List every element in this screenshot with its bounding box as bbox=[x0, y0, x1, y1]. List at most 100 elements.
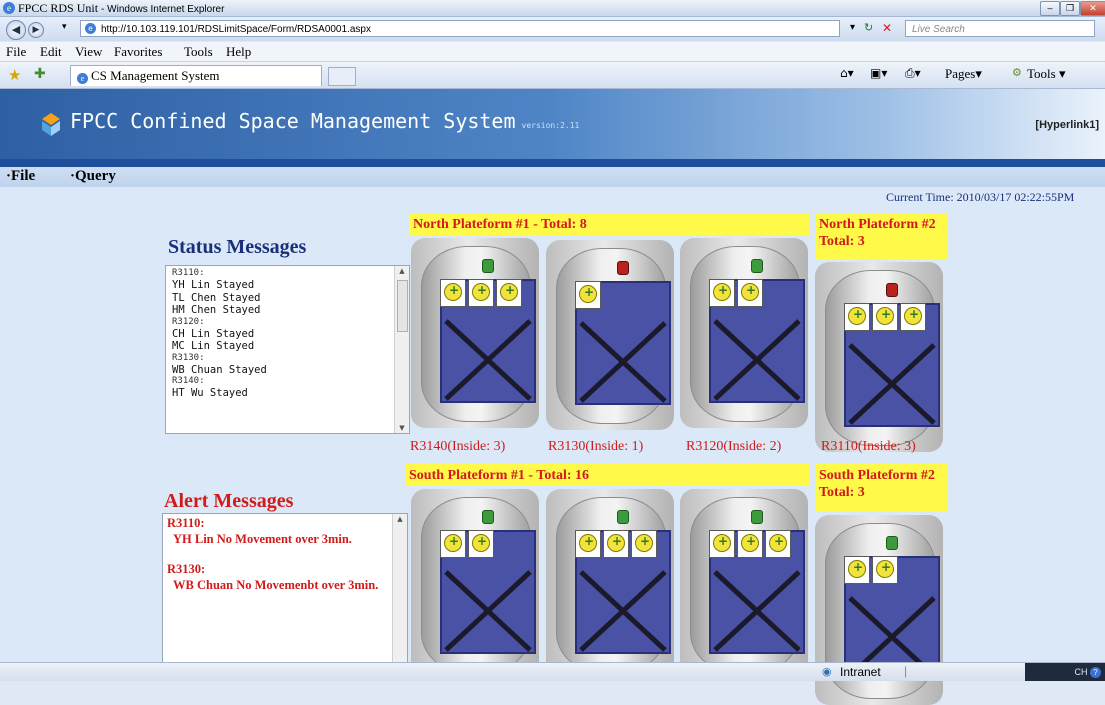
worker-icons bbox=[440, 279, 522, 307]
window-title-suffix: - Windows Internet Explorer bbox=[101, 4, 225, 15]
alert-scrollbar[interactable]: ▲ bbox=[392, 514, 407, 663]
worker-helmet-icon[interactable] bbox=[440, 279, 466, 307]
tab-cs-management[interactable]: e CS Management System bbox=[70, 65, 322, 86]
tools-gear-icon: ⚙ bbox=[1012, 66, 1022, 79]
unit-label: R3140(Inside: 3) bbox=[410, 439, 506, 454]
worker-helmet-icon[interactable] bbox=[468, 279, 494, 307]
menu-favorites[interactable]: Favorites bbox=[114, 44, 162, 60]
maximize-button[interactable]: ❐ bbox=[1060, 1, 1080, 16]
back-icon[interactable]: ◀ bbox=[6, 20, 26, 40]
worker-icons bbox=[575, 281, 601, 309]
menu-tools[interactable]: Tools bbox=[184, 44, 213, 60]
worker-helmet-icon[interactable] bbox=[631, 530, 657, 558]
dropdown-icon[interactable]: ▾ bbox=[850, 22, 855, 33]
address-bar: ◀ ▶ ▾ e http://10.103.119.101/RDSLimitSp… bbox=[0, 17, 1105, 41]
worker-helmet-icon[interactable] bbox=[844, 556, 870, 584]
alert-scroll-up-icon[interactable]: ▲ bbox=[393, 515, 407, 523]
alert-message-box[interactable]: R3110: YH Lin No Movement over 3min. R3130… bbox=[162, 513, 408, 664]
worker-helmet-icon[interactable] bbox=[440, 530, 466, 558]
helmet-icon bbox=[444, 283, 462, 301]
menu-edit[interactable]: Edit bbox=[40, 44, 62, 60]
status-lamp-icon bbox=[751, 259, 763, 273]
worker-icons bbox=[844, 556, 898, 584]
input-language[interactable]: CH bbox=[1074, 667, 1087, 677]
worker-helmet-icon[interactable] bbox=[737, 530, 763, 558]
intranet-globe-icon: ◉ bbox=[822, 665, 832, 678]
fpcc-logo bbox=[42, 113, 60, 136]
recent-pages-icon[interactable]: ▾ bbox=[62, 22, 67, 32]
helmet-icon bbox=[741, 534, 759, 552]
south-unit-2[interactable] bbox=[680, 489, 808, 679]
helmet-icon bbox=[713, 534, 731, 552]
worker-helmet-icon[interactable] bbox=[709, 530, 735, 558]
hyperlink1[interactable]: [Hyperlink1] bbox=[1035, 119, 1099, 131]
scroll-down-icon[interactable]: ▼ bbox=[395, 424, 409, 432]
print-icon[interactable]: ⎙▾ bbox=[905, 66, 921, 81]
add-favorite-icon[interactable]: ✚ bbox=[34, 66, 46, 82]
status-lamp-icon bbox=[886, 536, 898, 550]
status-scrollbar[interactable]: ▲ ▼ bbox=[394, 266, 409, 433]
status-line: YH Lin Stayed bbox=[172, 279, 255, 291]
tank-body bbox=[556, 497, 671, 673]
close-window-button[interactable]: ✕ bbox=[1080, 1, 1105, 16]
help-icon[interactable]: ? bbox=[1090, 667, 1101, 678]
scroll-up-icon[interactable]: ▲ bbox=[395, 267, 409, 275]
minimize-button[interactable]: – bbox=[1040, 1, 1060, 16]
nav-file[interactable]: ·File bbox=[6, 168, 35, 185]
worker-helmet-icon[interactable] bbox=[737, 279, 763, 307]
worker-icons bbox=[440, 530, 494, 558]
worker-helmet-icon[interactable] bbox=[872, 556, 898, 584]
status-lamp-icon bbox=[482, 510, 494, 524]
nav-query[interactable]: ·Query bbox=[70, 168, 116, 185]
worker-helmet-icon[interactable] bbox=[496, 279, 522, 307]
nav-bar: ·File ·Query bbox=[0, 167, 1105, 187]
worker-helmet-icon[interactable] bbox=[468, 530, 494, 558]
favorites-star-icon[interactable]: ★ bbox=[8, 66, 21, 84]
pages-menu[interactable]: Pages▾ bbox=[945, 66, 982, 82]
scroll-thumb[interactable] bbox=[397, 280, 408, 332]
alert-unit-id: R3110: bbox=[167, 516, 205, 530]
worker-helmet-icon[interactable] bbox=[603, 530, 629, 558]
south-unit-1[interactable] bbox=[546, 489, 674, 679]
refresh-icon[interactable]: ↻ bbox=[864, 21, 873, 34]
menu-file[interactable]: File bbox=[6, 44, 26, 60]
security-zone[interactable]: Intranet bbox=[840, 665, 881, 679]
stop-icon[interactable]: ✕ bbox=[882, 21, 892, 35]
north-platform-2-header: North Plateform #2 Total: 3 bbox=[815, 213, 948, 260]
status-unit-id: R3140: bbox=[172, 376, 205, 386]
ie-icon: e bbox=[3, 2, 15, 14]
menu-view[interactable]: View bbox=[75, 44, 102, 60]
tank-body bbox=[690, 246, 805, 422]
forward-icon[interactable]: ▶ bbox=[28, 22, 44, 38]
browser-status-bar: ◉ Intranet | CH ? bbox=[0, 662, 1105, 681]
tools-menu[interactable]: Tools ▾ bbox=[1027, 66, 1066, 82]
search-input[interactable]: Live Search bbox=[905, 20, 1095, 37]
worker-helmet-icon[interactable] bbox=[575, 281, 601, 309]
worker-helmet-icon[interactable] bbox=[900, 303, 926, 331]
status-message-box[interactable]: R3110: YH Lin Stayed TL Chen Stayed HM Chen… bbox=[165, 265, 410, 434]
north-unit-0[interactable] bbox=[411, 238, 539, 428]
north-unit-3[interactable] bbox=[815, 262, 943, 452]
new-tab-button[interactable] bbox=[328, 67, 356, 86]
north-unit-2[interactable] bbox=[680, 238, 808, 428]
helmet-icon bbox=[848, 560, 866, 578]
status-unit-id: R3110: bbox=[172, 268, 205, 278]
worker-icons bbox=[575, 530, 657, 558]
home-icon[interactable]: ⌂▾ bbox=[840, 66, 854, 80]
feeds-icon[interactable]: ▣▾ bbox=[870, 66, 887, 80]
helmet-icon bbox=[876, 560, 894, 578]
worker-helmet-icon[interactable] bbox=[872, 303, 898, 331]
worker-helmet-icon[interactable] bbox=[709, 279, 735, 307]
status-heading: Status Messages bbox=[168, 236, 307, 258]
south-unit-0[interactable] bbox=[411, 489, 539, 679]
worker-helmet-icon[interactable] bbox=[844, 303, 870, 331]
north-unit-1[interactable] bbox=[546, 240, 674, 430]
alert-spacer bbox=[167, 547, 378, 562]
menu-help[interactable]: Help bbox=[226, 44, 251, 60]
worker-helmet-icon[interactable] bbox=[765, 530, 791, 558]
url-field[interactable]: e http://10.103.119.101/RDSLimitSpace/Fo… bbox=[80, 20, 840, 37]
worker-helmet-icon[interactable] bbox=[575, 530, 601, 558]
window-titlebar: e FPCC RDS Unit - Windows Internet Explo… bbox=[0, 0, 1105, 17]
banner-version: version:2.11 bbox=[521, 121, 580, 130]
banner-title: FPCC Confined Space Management System bbox=[70, 109, 516, 133]
